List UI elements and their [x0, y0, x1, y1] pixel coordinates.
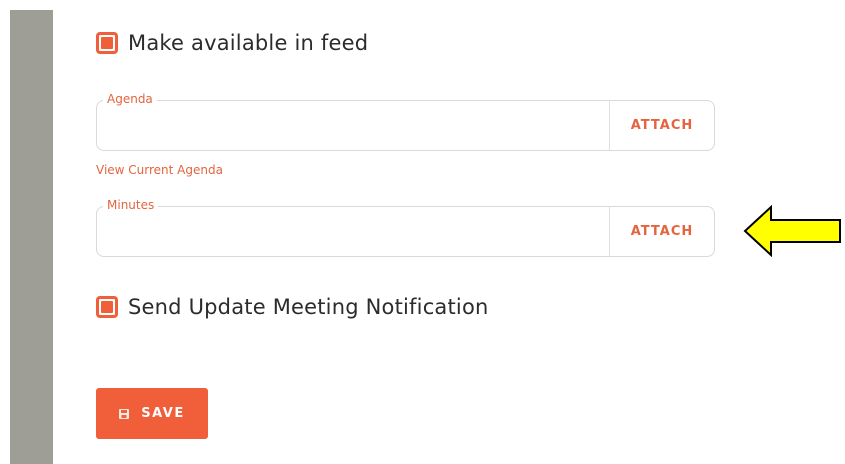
left-arrow-icon	[743, 205, 841, 257]
minutes-field-label: Minutes	[103, 198, 159, 212]
minutes-attach-button[interactable]: ATTACH	[610, 207, 714, 256]
save-button[interactable]: SAVE	[96, 388, 208, 439]
notify-checkbox-label: Send Update Meeting Notification	[128, 295, 489, 319]
sidebar-strip	[10, 10, 53, 464]
notify-checkbox[interactable]	[96, 296, 118, 318]
save-button-label: SAVE	[141, 406, 185, 421]
feed-checkbox-row[interactable]: Make available in feed	[96, 31, 368, 55]
agenda-field[interactable]: Agenda ATTACH	[96, 92, 715, 151]
floppy-disk-icon	[119, 408, 130, 419]
minutes-field[interactable]: Minutes ATTACH	[96, 198, 715, 257]
meeting-edit-form: Make available in feed Agenda ATTACH Vie…	[0, 0, 845, 464]
view-current-agenda-link[interactable]: View Current Agenda	[96, 163, 223, 177]
agenda-field-label: Agenda	[103, 92, 157, 106]
notify-checkbox-row[interactable]: Send Update Meeting Notification	[96, 295, 489, 319]
feed-checkbox[interactable]	[96, 32, 118, 54]
feed-checkbox-label: Make available in feed	[128, 31, 369, 55]
agenda-attach-button[interactable]: ATTACH	[610, 101, 714, 150]
